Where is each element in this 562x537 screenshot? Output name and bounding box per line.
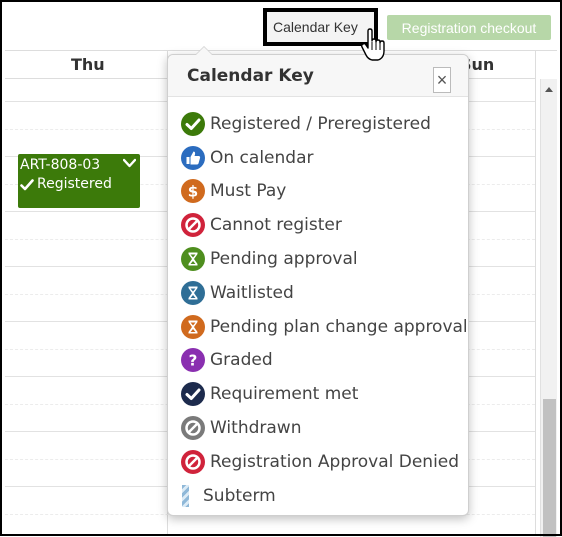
- legend-item: ? Graded: [180, 344, 468, 378]
- check-circle-icon: [181, 111, 205, 136]
- legend-item: Withdrawn: [180, 411, 468, 445]
- thumbs-up-icon: [181, 145, 205, 170]
- legend-label: Cannot register: [210, 215, 342, 236]
- hand-pointer-cursor-icon: [360, 28, 385, 61]
- striped-swatch-icon: [182, 484, 189, 507]
- chevron-down-icon[interactable]: [123, 158, 136, 168]
- dollar-icon: $: [181, 179, 205, 204]
- course-event-block[interactable]: ART-808-03 Registered: [18, 154, 140, 208]
- legend-item: Subterm: [180, 479, 468, 513]
- column-divider: [535, 51, 536, 536]
- legend-item: Registration Approval Denied: [180, 445, 468, 479]
- hourglass-icon: [181, 314, 205, 339]
- legend-list: Registered / Preregistered On calendar $…: [180, 107, 468, 513]
- legend-label: On calendar: [210, 147, 314, 168]
- event-status: Registered: [37, 176, 112, 192]
- hourglass-icon: [181, 280, 205, 305]
- scroll-up-arrow-icon[interactable]: [545, 87, 553, 92]
- hourglass-icon: [181, 247, 205, 272]
- prohibited-icon: [181, 213, 205, 238]
- vertical-scrollbar[interactable]: [540, 79, 557, 537]
- legend-label: Requirement met: [210, 384, 359, 405]
- scrollbar-thumb[interactable]: [543, 399, 556, 537]
- withdrawn-icon: [181, 416, 205, 441]
- legend-item: Waitlisted: [180, 276, 468, 310]
- check-circle-icon: [181, 382, 205, 407]
- legend-item: Pending plan change approval: [180, 310, 468, 344]
- close-button[interactable]: ×: [433, 67, 451, 93]
- calendar-key-popover: Calendar Key × Registered / Preregistere…: [167, 54, 469, 516]
- registration-checkout-button[interactable]: Registration checkout: [387, 15, 551, 40]
- popover-arrow: [195, 46, 213, 55]
- svg-text:$: $: [188, 183, 198, 201]
- day-header-thu: Thu: [71, 55, 105, 74]
- question-icon: ?: [181, 348, 205, 373]
- toolbar: Calendar Key Registration checkout: [0, 0, 562, 50]
- legend-label: Must Pay: [210, 181, 287, 202]
- legend-item: Cannot register: [180, 208, 468, 242]
- svg-text:?: ?: [189, 352, 198, 370]
- checkmark-icon: [20, 178, 34, 190]
- event-course-code: ART-808-03: [20, 157, 101, 173]
- legend-label: Pending plan change approval: [210, 316, 468, 337]
- legend-label: Withdrawn: [210, 418, 302, 439]
- legend-label: Graded: [210, 350, 273, 371]
- legend-label: Registration Approval Denied: [210, 451, 460, 472]
- legend-label: Waitlisted: [210, 282, 294, 303]
- legend-item: Pending approval: [180, 242, 468, 276]
- legend-item: $ Must Pay: [180, 175, 468, 209]
- prohibited-icon: [181, 449, 205, 474]
- legend-item: On calendar: [180, 141, 468, 175]
- legend-item: Requirement met: [180, 377, 468, 411]
- legend-label: Registered / Preregistered: [210, 113, 431, 134]
- popover-title: Calendar Key: [187, 66, 314, 86]
- legend-item: Registered / Preregistered: [180, 107, 468, 141]
- popover-header: Calendar Key ×: [168, 55, 468, 97]
- legend-label: Subterm: [203, 485, 276, 506]
- legend-label: Pending approval: [210, 249, 358, 270]
